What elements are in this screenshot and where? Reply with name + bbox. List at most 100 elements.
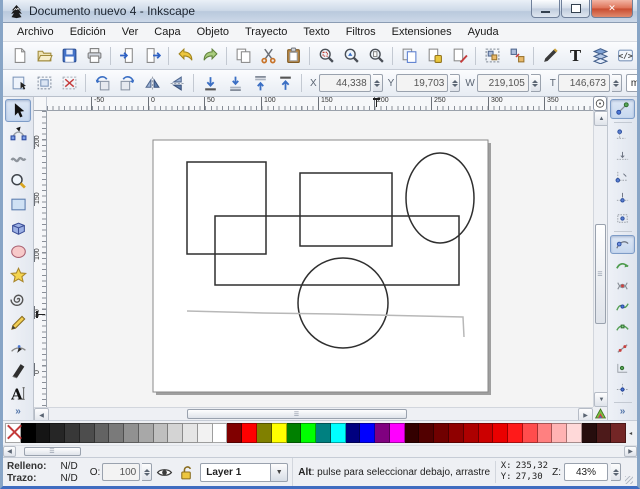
cmd-save-button[interactable] — [57, 44, 81, 68]
cmd-layers-button[interactable] — [588, 44, 612, 68]
opt-rotate-ccw-button[interactable] — [90, 71, 114, 95]
snapbar-overflow-chevron[interactable]: » — [620, 406, 626, 417]
cmd-print-button[interactable] — [82, 44, 106, 68]
horizontal-ruler[interactable]: -50050100150200250300350 — [47, 97, 593, 111]
palette-scroll-thumb[interactable]: ☰ — [24, 447, 81, 456]
cmd-clone-button[interactable] — [422, 44, 446, 68]
cmd-ungroup-button[interactable] — [505, 44, 529, 68]
menu-capa[interactable]: Capa — [146, 24, 188, 40]
swatch-00ff00[interactable] — [301, 423, 316, 443]
snap-rotation-centers-button[interactable] — [610, 380, 635, 400]
swatch-e5e5e5[interactable] — [183, 423, 198, 443]
swatch-ff8080[interactable] — [538, 423, 553, 443]
swatch-260d0d[interactable] — [582, 423, 597, 443]
swatch-4d4d4d[interactable] — [80, 423, 95, 443]
swatch-d4d4d4[interactable] — [168, 423, 183, 443]
opt-select-all-button[interactable] — [7, 71, 31, 95]
swatch-bfbfbf[interactable] — [154, 423, 169, 443]
horizontal-scroll-track[interactable]: ☰ — [49, 408, 578, 420]
opt-raise-button[interactable] — [248, 71, 272, 95]
swatch-00ffff[interactable] — [331, 423, 346, 443]
cmd-paste-button[interactable] — [281, 44, 305, 68]
tool-zoom-button[interactable] — [5, 170, 31, 193]
snap-bbox-centers-button[interactable] — [610, 208, 635, 228]
snap-bbox-edges-button[interactable] — [610, 146, 635, 166]
snap-midpoints-button[interactable] — [610, 338, 635, 358]
tool-tweak-button[interactable] — [5, 146, 31, 169]
tool-rect-button[interactable] — [5, 193, 31, 216]
tool-node-button[interactable] — [5, 123, 31, 146]
cmd-export-button[interactable] — [140, 44, 164, 68]
menu-ver[interactable]: Ver — [114, 24, 147, 40]
menu-extensiones[interactable]: Extensiones — [384, 24, 460, 40]
swatch-0000ff[interactable] — [360, 423, 375, 443]
tool-pen-button[interactable] — [5, 335, 31, 358]
snap-object-centers-button[interactable] — [610, 359, 635, 379]
layer-lock-icon[interactable] — [177, 464, 194, 481]
palette-scrollbar[interactable]: ◀ ☰ ▶ — [3, 445, 637, 457]
y-spinner[interactable] — [450, 74, 460, 92]
palette-scroll-right-arrow[interactable]: ▶ — [624, 446, 637, 457]
menu-trayecto[interactable]: Trayecto — [237, 24, 295, 40]
horizontal-scrollbar[interactable]: ◀ ☰ ▶ — [34, 407, 593, 420]
swatch-4d1a1a[interactable] — [597, 423, 612, 443]
snap-bbox-button[interactable] — [610, 126, 635, 146]
swatch-919191[interactable] — [124, 423, 139, 443]
menu-edicion[interactable]: Edición — [62, 24, 114, 40]
palette-scroll-track[interactable]: ☰ — [16, 446, 624, 457]
vertical-scroll-thumb[interactable]: ☰ — [595, 224, 606, 324]
x-input[interactable]: 44,338 — [319, 74, 371, 92]
snap-smooth-nodes-button[interactable] — [610, 318, 635, 338]
cmd-zoom-selection-button[interactable] — [314, 44, 338, 68]
x-spinner[interactable] — [373, 74, 383, 92]
tool-ellipse-button[interactable] — [5, 241, 31, 264]
height-spinner[interactable] — [612, 74, 622, 92]
cmd-text-dialog-button[interactable]: T — [563, 44, 587, 68]
height-input[interactable]: 146,673 — [558, 74, 610, 92]
swatch-ffffff[interactable] — [213, 423, 228, 443]
swatch-000080[interactable] — [346, 423, 361, 443]
swatch-151515[interactable] — [36, 423, 51, 443]
palette-prev-arrow[interactable]: ◂ — [626, 424, 635, 442]
swatch-ff00ff[interactable] — [390, 423, 405, 443]
restore-button[interactable] — [561, 0, 590, 18]
tool-pencil-button[interactable] — [5, 311, 31, 334]
swatch-ff1a1a[interactable] — [508, 423, 523, 443]
swatch-383838[interactable] — [65, 423, 80, 443]
vertical-scrollbar[interactable]: ▲ ☰ ▼ — [593, 111, 607, 407]
tool-star-button[interactable] — [5, 264, 31, 287]
zoom-input[interactable]: 43% — [564, 463, 608, 481]
color-profile-button[interactable] — [593, 407, 607, 420]
y-input[interactable]: 19,703 — [396, 74, 448, 92]
swatch-800000[interactable] — [227, 423, 242, 443]
swatch-808000[interactable] — [257, 423, 272, 443]
cmd-new-button[interactable] — [7, 44, 31, 68]
layer-select[interactable]: Layer 1 ▼ — [200, 463, 288, 482]
swatch-ffff00[interactable] — [272, 423, 287, 443]
cmd-zoom-page-button[interactable] — [364, 44, 388, 68]
swatch-none[interactable] — [5, 423, 21, 443]
snap-bbox-edge-mid-button[interactable] — [610, 188, 635, 208]
close-button[interactable]: ✕ — [591, 0, 633, 18]
cmd-group-button[interactable] — [480, 44, 504, 68]
opt-flip-h-button[interactable] — [140, 71, 164, 95]
swatch-008080[interactable] — [316, 423, 331, 443]
layer-visibility-eye-icon[interactable] — [156, 464, 173, 481]
width-input[interactable]: 219,105 — [477, 74, 529, 92]
resize-grip[interactable] — [625, 476, 633, 484]
swatch-ad0000[interactable] — [464, 423, 479, 443]
swatch-520000[interactable] — [419, 423, 434, 443]
snap-cusp-nodes-button[interactable] — [610, 297, 635, 317]
opt-select-all-layers-button[interactable] — [32, 71, 56, 95]
swatch-8f0000[interactable] — [449, 423, 464, 443]
unit-select[interactable]: mm ▼ — [626, 74, 637, 92]
swatch-262626[interactable] — [50, 423, 65, 443]
swatch-ffb3b3[interactable] — [552, 423, 567, 443]
cmd-fill-stroke-button[interactable] — [538, 44, 562, 68]
vertical-scroll-track[interactable]: ☰ — [594, 126, 607, 392]
opt-raise-top-button[interactable] — [273, 71, 297, 95]
tool-spiral-button[interactable] — [5, 288, 31, 311]
vertical-ruler[interactable]: 200150100500 — [34, 111, 47, 407]
snap-bbox-corners-button[interactable] — [610, 167, 635, 187]
snap-enable-button[interactable] — [610, 99, 635, 119]
